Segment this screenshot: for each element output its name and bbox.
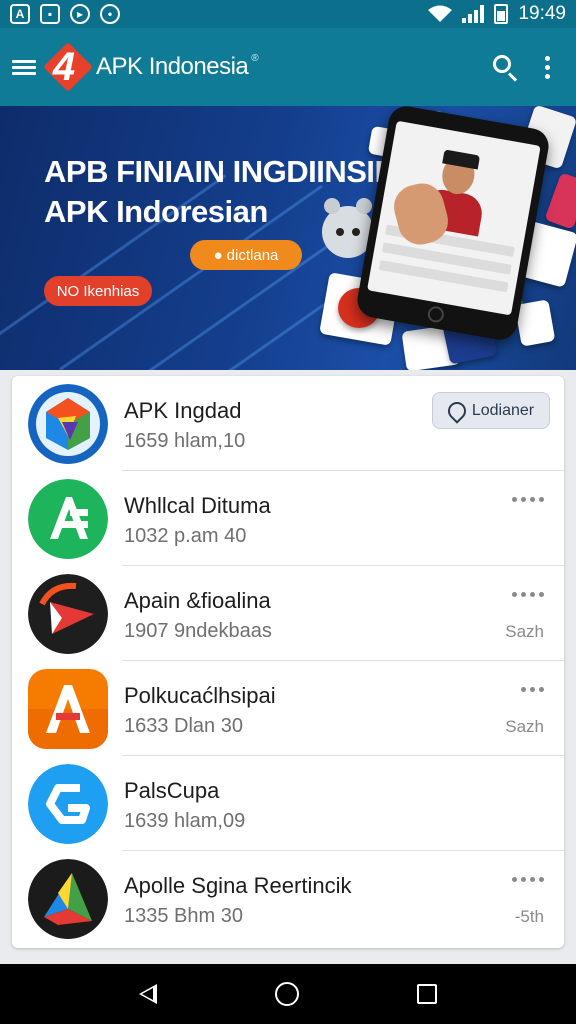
photo-icon: ▪ bbox=[40, 4, 60, 24]
list-item[interactable]: APK Ingdad 1659 hlam,10 Lodianer bbox=[12, 376, 564, 471]
wifi-icon bbox=[428, 5, 453, 22]
red-arrow-icon bbox=[28, 574, 108, 654]
app-name: Apolle Sgina Reertincik bbox=[124, 873, 352, 898]
tile-icon bbox=[514, 299, 556, 347]
battery-icon bbox=[494, 4, 509, 24]
pin-icon: ● bbox=[213, 246, 223, 264]
app-name: Apain &fioalina bbox=[124, 588, 271, 613]
orange-a-icon bbox=[28, 669, 108, 749]
list-item[interactable]: Whllcal Dituma 1032 p.am 40 bbox=[12, 471, 564, 566]
app-name: PalsCupa bbox=[124, 778, 220, 803]
app-list: APK Ingdad 1659 hlam,10 Lodianer Whllcal… bbox=[12, 376, 564, 948]
clock: 19:49 bbox=[518, 3, 566, 24]
app-meta: 1032 p.am 40 bbox=[124, 525, 247, 547]
list-item[interactable]: Polkucaćlhsipai 1633 Dlan 30 Sazh bbox=[12, 661, 564, 756]
app-meta: 1633 Dlan 30 bbox=[124, 715, 243, 737]
banner-orange-button[interactable]: ● dictlana bbox=[190, 240, 302, 270]
location-button[interactable]: Lodianer bbox=[432, 392, 550, 429]
more-horiz-icon[interactable] bbox=[521, 687, 544, 692]
side-label: Sazh bbox=[505, 622, 544, 641]
more-horiz-icon[interactable] bbox=[512, 497, 544, 502]
more-horiz-icon[interactable] bbox=[512, 877, 544, 882]
cell-signal-icon bbox=[462, 5, 485, 23]
list-item[interactable]: Apain &fioalina 1907 9ndekbaas Sazh bbox=[12, 566, 564, 661]
app-a-icon: A bbox=[10, 4, 30, 24]
brand-title: APK Indonesia ® bbox=[96, 53, 259, 80]
tile-icon bbox=[544, 172, 576, 230]
more-horiz-icon[interactable] bbox=[512, 592, 544, 597]
app-meta: 1639 hlam,09 bbox=[124, 810, 246, 832]
blue-g-icon bbox=[28, 764, 108, 844]
home-icon[interactable] bbox=[275, 982, 299, 1006]
back-icon[interactable] bbox=[139, 984, 157, 1004]
app-name: Polkucaćlhsipai bbox=[124, 683, 276, 708]
more-vert-icon[interactable] bbox=[545, 55, 550, 79]
system-nav-bar bbox=[0, 964, 576, 1024]
system-icons: 19:49 bbox=[428, 3, 566, 25]
registered-mark: ® bbox=[251, 53, 259, 64]
brand-logo: 4 bbox=[38, 41, 93, 93]
menu-icon[interactable] bbox=[12, 59, 36, 75]
location-pin-icon bbox=[444, 397, 470, 424]
side-label: -5th bbox=[514, 907, 544, 926]
triangle-prism-icon bbox=[28, 859, 108, 939]
app-meta: 1907 9ndekbaas bbox=[124, 620, 272, 642]
status-bar: A ▪ ▸ • 19:49 bbox=[0, 0, 576, 28]
colorful-cube-icon bbox=[28, 384, 108, 464]
app-bar: 4 APK Indonesia ® bbox=[0, 28, 576, 106]
app-meta: 1659 hlam,10 bbox=[124, 430, 246, 452]
promo-banner[interactable]: APB FINIAIN INGDIINSIE APK Indoresian ● … bbox=[0, 106, 576, 370]
green-a-icon bbox=[28, 479, 108, 559]
app-name: Whllcal Dituma bbox=[124, 493, 271, 518]
chat-icon: • bbox=[100, 4, 120, 24]
banner-red-button[interactable]: NO Ikenhias bbox=[44, 276, 152, 306]
app-name: APK Ingdad bbox=[124, 398, 242, 423]
search-icon[interactable] bbox=[491, 53, 519, 82]
list-item[interactable]: PalsCupa 1639 hlam,09 bbox=[12, 756, 564, 851]
video-icon: ▸ bbox=[70, 4, 90, 24]
notification-icons: A ▪ ▸ • bbox=[10, 4, 120, 24]
recents-icon[interactable] bbox=[417, 984, 437, 1004]
app-meta: 1335 Bhm 30 bbox=[124, 905, 243, 927]
side-label: Sazh bbox=[505, 717, 544, 736]
banner-title-line1: APB FINIAIN INGDIINSIE bbox=[44, 154, 395, 189]
banner-title-line2: APK Indoresian bbox=[44, 194, 268, 229]
list-item[interactable]: Apolle Sgina Reertincik 1335 Bhm 30 -5th bbox=[12, 851, 564, 946]
